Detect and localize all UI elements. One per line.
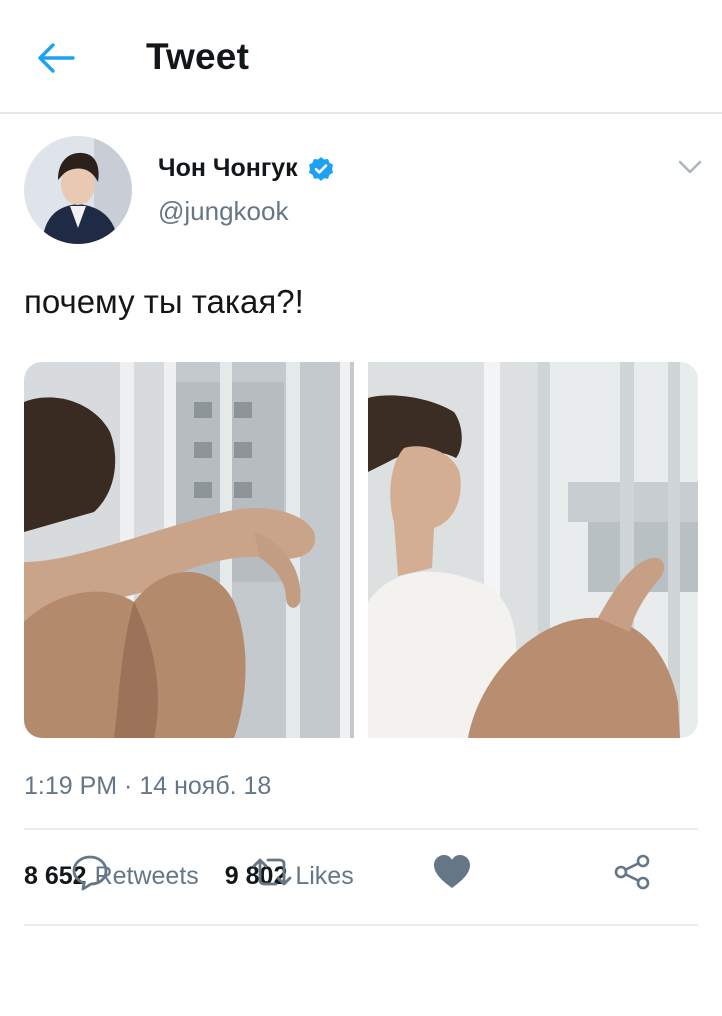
media-photo-2[interactable]	[368, 362, 698, 738]
like-icon	[434, 855, 470, 888]
divider	[24, 924, 698, 926]
tweet-timestamp[interactable]: 1:19 PM · 14 нояб. 18	[24, 772, 271, 801]
photo-2	[368, 362, 698, 738]
arrow-left-icon	[38, 43, 75, 73]
author-handle[interactable]: @jungkook	[158, 196, 288, 227]
display-name: Чон Чонгук	[158, 154, 298, 182]
avatar[interactable]	[24, 136, 132, 244]
reply-button[interactable]	[62, 844, 118, 900]
chevron-down-icon	[678, 160, 702, 174]
retweet-icon	[252, 858, 292, 886]
share-button[interactable]	[604, 844, 660, 900]
media-grid	[24, 362, 698, 738]
author-name-row[interactable]: Чон Чонгук	[158, 154, 334, 183]
avatar-photo	[24, 136, 132, 244]
tweet-actions	[0, 830, 722, 914]
like-button[interactable]	[424, 844, 480, 900]
retweet-button[interactable]	[244, 844, 300, 900]
verified-badge-icon	[308, 156, 333, 181]
top-bar: Tweet	[0, 0, 722, 114]
reply-icon	[72, 855, 108, 891]
tweet-menu-button[interactable]	[676, 156, 704, 178]
back-button[interactable]	[34, 38, 78, 78]
tweet-text: почему ты такая?!	[24, 283, 304, 320]
photo-1	[24, 362, 354, 738]
share-icon	[614, 854, 650, 890]
media-photo-1[interactable]	[24, 362, 354, 738]
page-title: Tweet	[146, 36, 250, 77]
